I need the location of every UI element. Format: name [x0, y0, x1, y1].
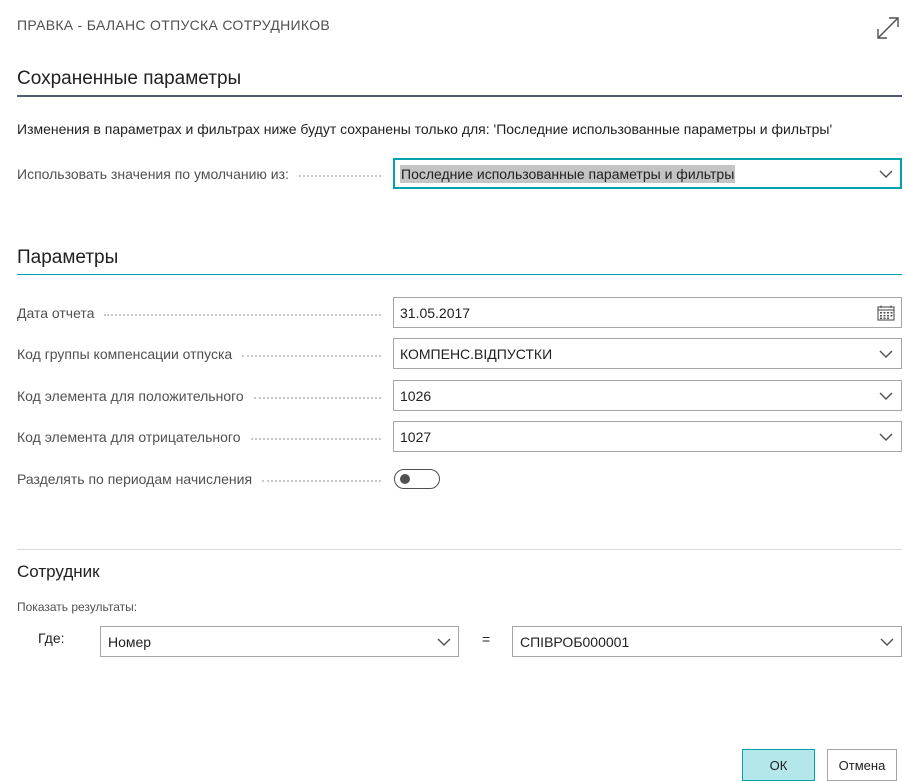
report-date-label: Дата отчета	[17, 305, 95, 321]
cancel-button[interactable]: Отмена	[827, 749, 897, 781]
positive-element-dropdown[interactable]: 1026	[393, 380, 902, 411]
filter-value-dropdown[interactable]: СПІВРОБ000001	[512, 626, 902, 657]
positive-element-value: 1026	[400, 387, 432, 404]
calendar-icon[interactable]	[871, 298, 901, 327]
toggle-knob	[400, 474, 410, 484]
filter-operator: =	[482, 631, 491, 647]
leader-dots	[242, 355, 381, 357]
ok-button[interactable]: ОК	[742, 749, 815, 781]
comp-group-value: КОМПЕНС.ВІДПУСТКИ	[400, 345, 553, 362]
saved-params-heading: Сохраненные параметры	[17, 68, 902, 97]
employee-heading: Сотрудник	[17, 562, 100, 581]
saved-params-info: Изменения в параметрах и фильтрах ниже б…	[17, 121, 833, 137]
filter-value: СПІВРОБ000001	[520, 633, 630, 650]
chevron-down-icon[interactable]	[873, 627, 901, 656]
defaults-dropdown[interactable]: Последние использованные параметры и фил…	[393, 158, 902, 189]
params-heading: Параметры	[17, 247, 902, 275]
negative-element-label: Код элемента для отрицательного	[17, 429, 241, 445]
chevron-down-icon[interactable]	[871, 381, 901, 410]
split-periods-label: Разделять по периодам начисления	[17, 471, 253, 487]
expand-icon[interactable]	[875, 15, 901, 41]
comp-group-label: Код группы компенсации отпуска	[17, 346, 233, 362]
defaults-row-label: Использовать значения по умолчанию из:	[17, 164, 387, 184]
comp-group-label-row: Код группы компенсации отпуска	[17, 344, 387, 364]
leader-dots	[253, 397, 381, 399]
comp-group-dropdown[interactable]: КОМПЕНС.ВІДПУСТКИ	[393, 338, 902, 369]
report-date-label-row: Дата отчета	[17, 303, 387, 323]
leader-dots	[104, 314, 381, 316]
filter-field-value: Номер	[108, 633, 152, 650]
report-date-value: 31.05.2017	[400, 304, 471, 321]
negative-element-value: 1027	[400, 428, 432, 445]
filter-field-dropdown[interactable]: Номер	[100, 626, 459, 657]
section-divider	[17, 549, 902, 550]
leader-dots	[298, 175, 381, 177]
split-periods-toggle[interactable]	[394, 469, 440, 489]
defaults-label: Использовать значения по умолчанию из:	[17, 166, 289, 182]
split-periods-label-row: Разделять по периодам начисления	[17, 469, 387, 489]
show-results-label: Показать результаты:	[17, 600, 138, 614]
where-label: Где:	[38, 630, 65, 646]
chevron-down-icon[interactable]	[430, 627, 458, 656]
leader-dots	[262, 480, 381, 482]
defaults-value: Последние использованные параметры и фил…	[400, 164, 736, 183]
positive-element-label-row: Код элемента для положительного	[17, 386, 387, 406]
chevron-down-icon[interactable]	[871, 422, 901, 451]
report-date-field[interactable]: 31.05.2017	[393, 297, 902, 328]
chevron-down-icon[interactable]	[871, 339, 901, 368]
dialog-title: ПРАВКА - БАЛАНС ОТПУСКА СОТРУДНИКОВ	[17, 17, 331, 33]
positive-element-label: Код элемента для положительного	[17, 388, 244, 404]
negative-element-label-row: Код элемента для отрицательного	[17, 427, 387, 447]
chevron-down-icon[interactable]	[871, 159, 901, 188]
negative-element-dropdown[interactable]: 1027	[393, 421, 902, 452]
leader-dots	[250, 438, 381, 440]
